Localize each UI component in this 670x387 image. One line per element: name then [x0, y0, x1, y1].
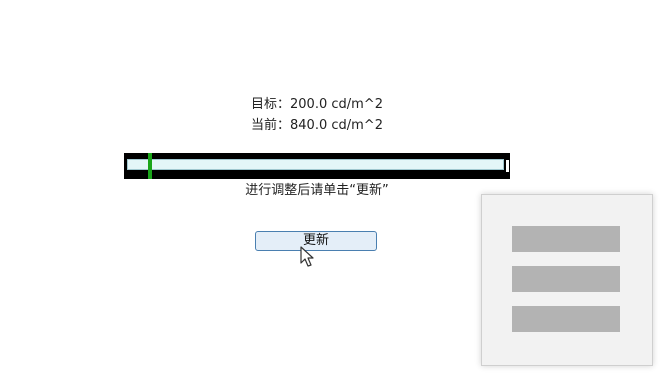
hamburger-menu-icon[interactable] — [481, 194, 653, 366]
meter-track — [127, 159, 504, 170]
menu-bar-2 — [512, 266, 620, 292]
update-button[interactable]: 更新 — [255, 231, 377, 251]
current-value: 840.0 cd/m^2 — [290, 118, 383, 133]
menu-bar-3 — [512, 306, 620, 332]
meter-end-cap — [506, 160, 509, 172]
target-readout: 目标：200.0 cd/m^2 — [0, 97, 634, 113]
calibration-panel: 目标：200.0 cd/m^2 当前：840.0 cd/m^2 进行调整后请单击… — [0, 0, 670, 387]
current-readout: 当前：840.0 cd/m^2 — [0, 118, 634, 134]
mouse-pointer-icon — [300, 246, 314, 267]
current-label: 当前： — [251, 118, 291, 133]
target-value: 200.0 cd/m^2 — [290, 97, 383, 112]
target-marker — [148, 153, 152, 179]
menu-bar-1 — [512, 226, 620, 252]
luminance-meter — [124, 153, 510, 179]
target-label: 目标： — [251, 97, 291, 112]
